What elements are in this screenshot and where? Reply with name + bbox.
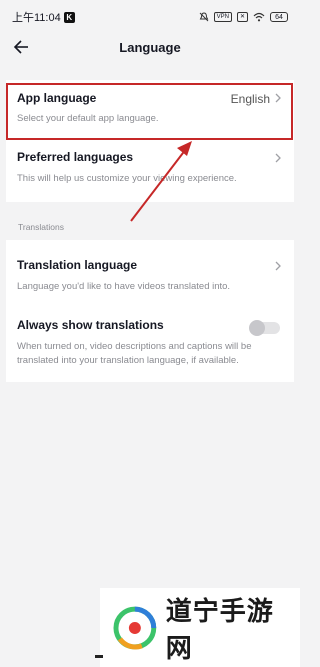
watermark-logo-icon [113,606,157,649]
app-language-value: English [230,92,270,106]
app-language-title: App language [17,91,97,105]
vpn-icon: VPN [213,12,232,22]
translation-language-row[interactable]: Translation language Language you'd like… [6,240,294,300]
translations-card: Translation language Language you'd like… [6,240,294,382]
toggle-knob [249,320,265,336]
mute-bell-icon [199,12,208,22]
status-right: VPN ✕ 64 [199,12,288,22]
sim-off-icon: ✕ [236,12,248,22]
translation-language-title: Translation language [17,258,138,272]
section-label-translations: Translations [18,222,64,232]
status-left: 上午11:04 K [12,9,75,25]
battery-icon: 64 [270,12,288,22]
back-arrow-icon [13,40,28,54]
back-button[interactable] [10,36,32,58]
always-show-translations-toggle[interactable] [249,320,280,336]
watermark-text: 道宁手游网 [165,596,274,664]
preferred-languages-description: This will help us customize your viewing… [17,173,237,184]
header: Language [0,34,300,60]
always-show-translations-row: Always show translations When turned on,… [6,302,294,382]
watermark: 道宁手游网 [100,588,300,667]
always-show-translations-title: Always show translations [17,318,164,332]
page-title: Language [119,39,181,55]
chevron-right-icon [275,153,281,163]
app-language-row[interactable]: App language English Select your default… [6,80,294,140]
always-show-translations-description: When turned on, video descriptions and c… [17,341,252,366]
status-time: 上午11:04 [12,12,61,24]
status-bar: 上午11:04 K VPN ✕ 64 [0,0,300,34]
translation-language-description: Language you'd like to have videos trans… [17,281,231,292]
chevron-right-icon [275,93,281,103]
app-notification-icon: K [63,11,75,23]
preferred-languages-row[interactable]: Preferred languages This will help us cu… [6,142,294,200]
preferred-languages-title: Preferred languages [17,150,134,164]
app-language-description: Select your default app language. [17,113,159,124]
wifi-icon [253,12,265,22]
home-indicator [95,655,103,658]
chevron-right-icon [275,261,281,271]
language-settings-card: App language English Select your default… [6,80,294,202]
